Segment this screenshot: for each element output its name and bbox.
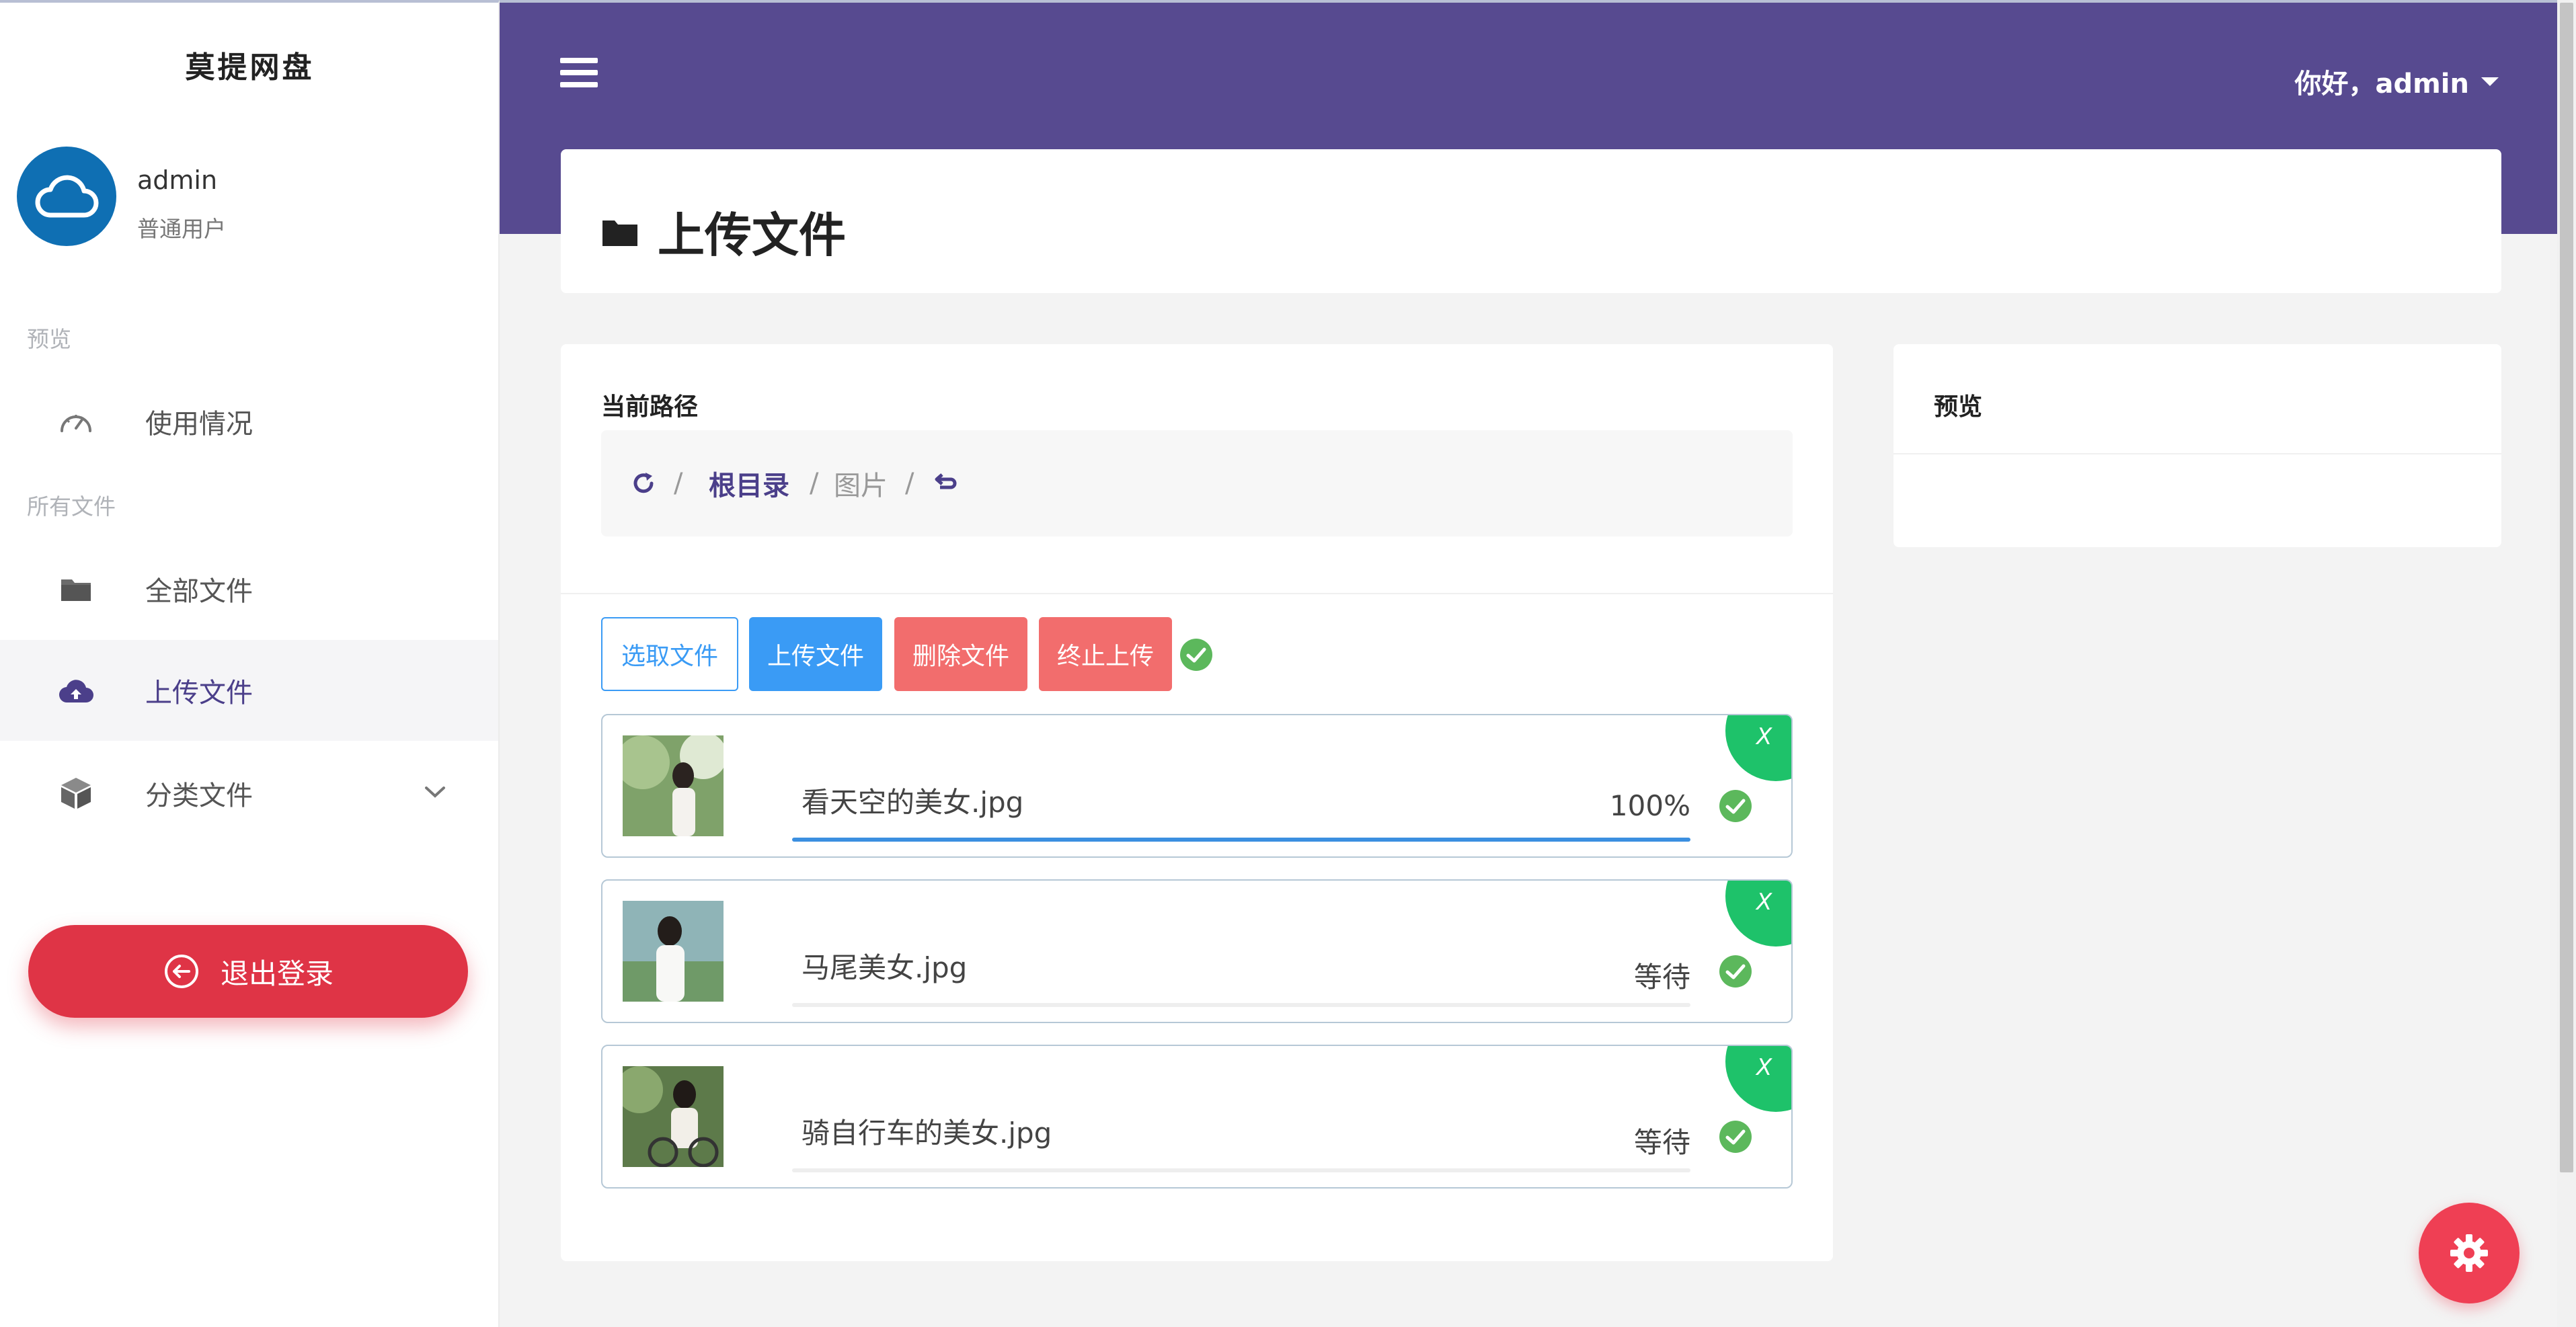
upload-files-button[interactable]: 上传文件 xyxy=(749,617,882,691)
settings-button[interactable] xyxy=(2419,1203,2520,1303)
breadcrumb-current: 图片 xyxy=(834,471,888,501)
logout-icon xyxy=(164,955,198,988)
sidebar-item-label: 分类文件 xyxy=(145,780,253,811)
page-title: 上传文件 xyxy=(658,208,846,263)
remove-label: X xyxy=(1756,723,1772,750)
file-item[interactable]: 马尾美女.jpg 等待 X xyxy=(601,879,1793,1023)
scrollbar[interactable] xyxy=(2557,0,2576,1327)
user-name: admin xyxy=(137,165,218,195)
progress-bar xyxy=(792,1168,1690,1172)
menu-toggle-icon[interactable] xyxy=(560,58,598,90)
remove-file-button[interactable]: X xyxy=(1725,881,1791,947)
file-name: 看天空的美女.jpg xyxy=(802,786,1024,819)
breadcrumb-separator: / xyxy=(810,468,819,499)
cloud-upload-icon xyxy=(57,672,95,709)
logout-button[interactable]: 退出登录 xyxy=(28,925,468,1018)
check-circle-icon xyxy=(1719,1121,1752,1153)
speedometer-icon xyxy=(57,403,95,440)
file-status: 等待 xyxy=(1633,961,1690,994)
scrollbar-thumb[interactable] xyxy=(2560,3,2573,1172)
section-label-files: 所有文件 xyxy=(27,493,116,520)
user-menu[interactable]: 你好，admin xyxy=(2295,62,2499,101)
chevron-down-icon[interactable] xyxy=(424,785,446,802)
file-thumbnail xyxy=(623,735,724,836)
file-thumbnail xyxy=(623,1066,724,1167)
breadcrumb-separator: / xyxy=(674,468,683,499)
file-name: 马尾美女.jpg xyxy=(802,951,968,984)
brand-title: 莫提网盘 xyxy=(185,50,315,85)
preview-card: 预览 xyxy=(1894,344,2501,547)
sidebar-item-label: 使用情况 xyxy=(145,409,253,440)
sidebar-item-label: 全部文件 xyxy=(145,576,253,607)
remove-label: X xyxy=(1756,889,1772,916)
breadcrumb-separator: / xyxy=(905,468,914,499)
file-thumbnail xyxy=(623,901,724,1002)
file-status: 等待 xyxy=(1633,1126,1690,1159)
sidebar-item-categories[interactable]: 分类文件 xyxy=(0,743,498,844)
progress-bar xyxy=(792,1003,1690,1007)
sidebar: 莫提网盘 admin 普通用户 预览 使用情况 所有文件 全部文件 上传文件 分… xyxy=(0,0,500,1327)
path-label: 当前路径 xyxy=(601,393,699,421)
logout-label: 退出登录 xyxy=(220,957,334,990)
user-role: 普通用户 xyxy=(137,216,226,242)
gear-icon xyxy=(2450,1234,2488,1272)
remove-file-button[interactable]: X xyxy=(1725,715,1791,781)
divider xyxy=(1894,453,2501,454)
file-status: 100% xyxy=(1609,789,1690,822)
section-label-preview: 预览 xyxy=(27,326,71,352)
sidebar-item-all-files[interactable]: 全部文件 xyxy=(0,538,498,639)
folder-icon xyxy=(602,220,637,246)
greeting-text: 你好，admin xyxy=(2294,69,2470,99)
folder-icon xyxy=(57,570,95,608)
sidebar-item-usage[interactable]: 使用情况 xyxy=(0,371,498,472)
file-item[interactable]: 看天空的美女.jpg 100% X xyxy=(601,714,1793,858)
refresh-icon[interactable] xyxy=(631,471,656,496)
remove-label: X xyxy=(1756,1054,1772,1081)
page-header-card: 上传文件 xyxy=(561,149,2501,293)
check-circle-icon xyxy=(1719,955,1752,988)
sidebar-item-upload[interactable]: 上传文件 xyxy=(0,640,498,741)
divider xyxy=(561,593,1833,594)
check-circle-icon xyxy=(1719,790,1752,822)
delete-files-button[interactable]: 删除文件 xyxy=(894,617,1027,691)
cube-icon xyxy=(57,774,95,812)
file-item[interactable]: 骑自行车的美女.jpg 等待 X xyxy=(601,1045,1793,1189)
upload-card: 当前路径 / 根目录 / 图片 / 选取文件 上传文件 删除文件 终止上传 看天… xyxy=(561,344,1833,1261)
breadcrumb-root[interactable]: 根目录 xyxy=(709,464,789,503)
stop-upload-button[interactable]: 终止上传 xyxy=(1039,617,1172,691)
progress-bar xyxy=(792,838,1690,842)
breadcrumb: / 根目录 / 图片 / xyxy=(601,430,1793,536)
remove-file-button[interactable]: X xyxy=(1725,1046,1791,1112)
back-icon[interactable] xyxy=(933,473,958,494)
sidebar-item-label: 上传文件 xyxy=(145,678,253,709)
file-name: 骑自行车的美女.jpg xyxy=(802,1117,1052,1150)
check-circle-icon xyxy=(1180,639,1212,671)
caret-down-icon xyxy=(2481,77,2499,86)
cloud-icon xyxy=(35,175,99,218)
select-files-button[interactable]: 选取文件 xyxy=(601,617,738,691)
avatar[interactable] xyxy=(17,147,116,246)
preview-title: 预览 xyxy=(1934,393,1983,421)
